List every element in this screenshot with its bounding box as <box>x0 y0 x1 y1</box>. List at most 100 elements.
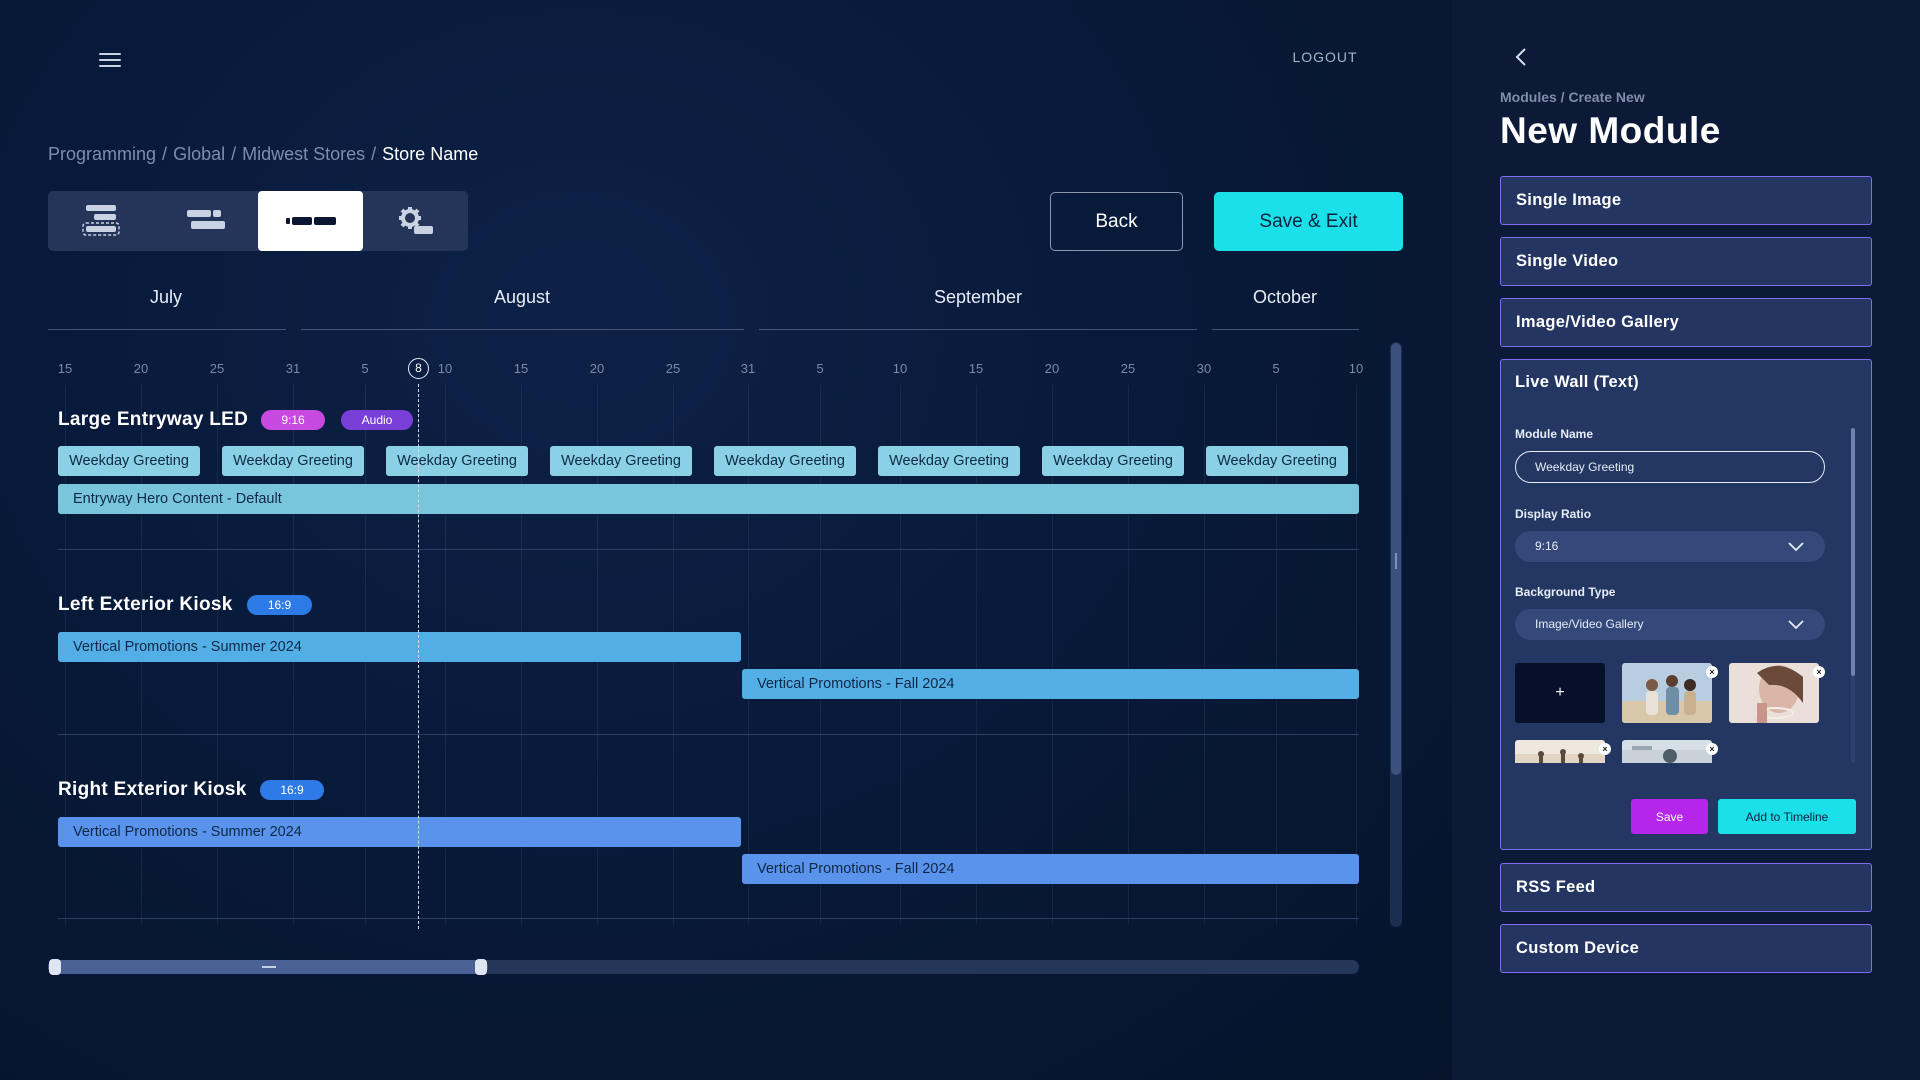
row-divider <box>58 918 1359 919</box>
scroll-grip-icon <box>1395 553 1397 569</box>
panel-title: New Module <box>1500 110 1721 151</box>
weekday-greeting-chip[interactable]: Weekday Greeting <box>58 446 200 476</box>
gallery-thumbnail[interactable] <box>1729 663 1819 723</box>
chevron-left-icon[interactable] <box>1513 46 1529 68</box>
remove-media-icon[interactable]: × <box>1706 743 1718 755</box>
view-option-linear[interactable] <box>258 191 363 251</box>
background-type-value: Image/Video Gallery <box>1535 617 1644 631</box>
day-tick: 15 <box>57 361 73 376</box>
weekday-greeting-chip[interactable]: Weekday Greeting <box>386 446 528 476</box>
module-name-input[interactable] <box>1515 451 1825 483</box>
row-title-left-exterior-kiosk: Left Exterior Kiosk <box>58 594 233 615</box>
gallery-thumbnail[interactable] <box>1622 740 1712 763</box>
entryway-hero-content-bar[interactable]: Entryway Hero Content - Default <box>58 484 1359 514</box>
add-media-button[interactable]: + <box>1515 663 1605 723</box>
breadcrumb-current: Store Name <box>382 144 479 164</box>
day-tick: 10 <box>437 361 453 376</box>
photo-thumbnail-image <box>1622 663 1712 723</box>
photo-thumbnail-image <box>1622 740 1712 763</box>
grid-line <box>1204 385 1205 925</box>
photo-thumbnail-image <box>1515 740 1605 763</box>
app-root: LOGOUT Programming / Global / Midwest Stores… <box>0 0 1920 1080</box>
month-divider <box>1212 329 1359 330</box>
gallery-thumbnail[interactable] <box>1515 740 1605 763</box>
display-ratio-value: 9:16 <box>1535 539 1559 553</box>
day-tick: 5 <box>816 361 824 376</box>
today-marker: 8 <box>408 358 429 379</box>
hamburger-menu-icon[interactable] <box>99 52 121 68</box>
range-start-handle[interactable] <box>49 959 61 975</box>
background-type-select[interactable]: Image/Video Gallery <box>1515 609 1825 640</box>
day-tick: 25 <box>665 361 681 376</box>
breadcrumb-global[interactable]: Global <box>173 144 225 164</box>
weekday-greeting-chip[interactable]: Weekday Greeting <box>714 446 856 476</box>
timeline-compact-view-icon <box>186 210 225 229</box>
day-tick: 15 <box>968 361 984 376</box>
breadcrumb-midwest-stores[interactable]: Midwest Stores <box>242 144 365 164</box>
module-type-single-video[interactable]: Single Video <box>1500 237 1872 286</box>
display-ratio-select[interactable]: 9:16 <box>1515 531 1825 562</box>
weekday-greeting-chip[interactable]: Weekday Greeting <box>1206 446 1348 476</box>
breadcrumb: Programming / Global / Midwest Stores / Store … <box>48 144 478 165</box>
remove-media-icon[interactable]: × <box>1599 743 1611 755</box>
module-name-label: Module Name <box>1515 427 1594 441</box>
range-end-handle[interactable] <box>475 959 487 975</box>
module-type-rss-feed[interactable]: RSS Feed <box>1500 863 1872 912</box>
module-type-single-image[interactable]: Single Image <box>1500 176 1872 225</box>
view-option-settings[interactable] <box>363 191 468 251</box>
audio-tag: Audio <box>341 410 413 430</box>
module-type-custom-device[interactable]: Custom Device <box>1500 924 1872 973</box>
panel-scrollbar-thumb[interactable] <box>1851 428 1855 676</box>
day-tick: 20 <box>133 361 149 376</box>
day-tick: 10 <box>1348 361 1364 376</box>
remove-media-icon[interactable]: × <box>1813 666 1825 678</box>
media-gallery: + × × × × <box>1515 663 1845 763</box>
fall-promotions-bar[interactable]: Vertical Promotions - Fall 2024 <box>742 854 1359 884</box>
month-divider <box>301 329 744 330</box>
weekday-greeting-chip[interactable]: Weekday Greeting <box>1042 446 1184 476</box>
background-type-label: Background Type <box>1515 585 1616 599</box>
settings-gear-icon <box>398 207 433 234</box>
row-divider <box>58 734 1359 735</box>
day-tick: 30 <box>1196 361 1212 376</box>
breadcrumb-separator: / <box>162 144 168 164</box>
fall-promotions-bar[interactable]: Vertical Promotions - Fall 2024 <box>742 669 1359 699</box>
day-tick: 31 <box>740 361 756 376</box>
photo-thumbnail-image <box>1729 663 1819 723</box>
day-tick: 20 <box>589 361 605 376</box>
module-type-live-wall[interactable]: Live Wall (Text) <box>1515 373 1639 392</box>
gallery-thumbnail[interactable] <box>1622 663 1712 723</box>
month-divider <box>759 329 1197 330</box>
weekday-greeting-chip[interactable]: Weekday Greeting <box>550 446 692 476</box>
breadcrumb-programming[interactable]: Programming <box>48 144 156 164</box>
display-ratio-label: Display Ratio <box>1515 507 1592 521</box>
day-tick: 15 <box>513 361 529 376</box>
breadcrumb-separator: / <box>231 144 237 164</box>
day-tick: 31 <box>285 361 301 376</box>
weekday-greeting-chip[interactable]: Weekday Greeting <box>222 446 364 476</box>
remove-media-icon[interactable]: × <box>1706 666 1718 678</box>
timeline-linear-view-icon <box>285 217 336 225</box>
view-option-expanded[interactable] <box>48 191 153 251</box>
save-exit-button[interactable]: Save & Exit <box>1214 192 1403 251</box>
ratio-tag: 16:9 <box>247 595 312 615</box>
month-label-august: August <box>493 287 551 307</box>
weekday-greeting-chip[interactable]: Weekday Greeting <box>878 446 1020 476</box>
day-tick: 25 <box>209 361 225 376</box>
day-tick: 5 <box>1272 361 1280 376</box>
month-label-october: October <box>1252 287 1318 307</box>
add-to-timeline-button[interactable]: Add to Timeline <box>1718 799 1856 834</box>
chevron-down-icon <box>1788 620 1804 630</box>
module-type-gallery[interactable]: Image/Video Gallery <box>1500 298 1872 347</box>
ratio-tag: 9:16 <box>261 410 325 430</box>
day-tick: 10 <box>892 361 908 376</box>
logout-link[interactable]: LOGOUT <box>1270 49 1380 65</box>
view-switcher <box>48 191 468 251</box>
timeline-expanded-view-icon <box>81 205 120 236</box>
summer-promotions-bar[interactable]: Vertical Promotions - Summer 2024 <box>58 817 741 847</box>
view-option-compact[interactable] <box>153 191 258 251</box>
panel-breadcrumb: Modules / Create New <box>1500 89 1645 105</box>
module-save-button[interactable]: Save <box>1631 799 1708 834</box>
back-button[interactable]: Back <box>1050 192 1183 251</box>
summer-promotions-bar[interactable]: Vertical Promotions - Summer 2024 <box>58 632 741 662</box>
